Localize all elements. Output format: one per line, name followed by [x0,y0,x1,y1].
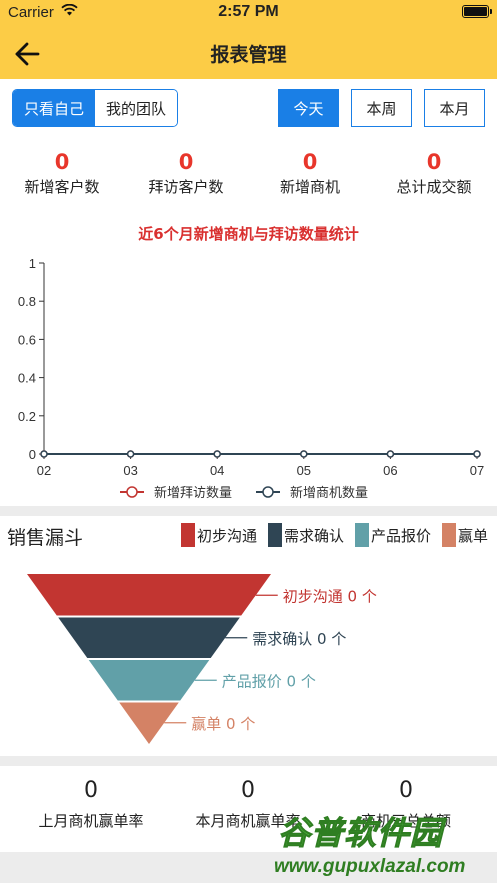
legend-label: 需求确认 [284,526,345,545]
legend-label: 新增商机数量 [290,485,368,501]
stat-label: 拜访客户数 [148,178,224,196]
tab-my-team[interactable]: 我的团队 [95,90,177,126]
stat-value: 0 [302,150,318,174]
legend-marker [126,486,138,498]
funnel-title: 销售漏斗 [7,527,84,549]
legend-label: 产品报价 [371,526,432,545]
funnel-label: 初步沟通 0 个 [283,587,377,605]
stat-value: 0 [241,778,255,803]
watermark-text: 谷普软件园 [277,814,444,853]
data-point [473,450,481,458]
stat-value: 0 [84,778,98,803]
stat-visited-customers: 0 拜访客户数 [124,149,248,197]
stat-value: 0 [178,150,194,174]
funnel-label: 赢单 0 个 [191,715,255,733]
watermark-url: www.gupuxlazal.com [274,856,466,877]
funnel-segment [88,660,210,701]
funnel-label: 产品报价 0 个 [222,672,316,690]
y-tick-label: 0.8 [18,294,36,309]
data-point [126,450,135,458]
line-chart-title: 近6个月新增商机与拜访数量统计 [138,225,359,243]
stat-value: 0 [54,150,70,174]
x-tick-label: 03 [123,463,137,478]
funnel-segment [27,574,271,616]
data-point [300,450,308,458]
legend-marker [262,486,274,498]
funnel-segment [58,617,240,658]
y-tick-label: 0.2 [18,409,36,424]
funnel-chart: 初步沟通 0 个需求确认 0 个产品报价 0 个赢单 0 个 [27,574,377,744]
stat-last-month-win-rate: 0 上月商机赢单率 [11,776,171,831]
y-tick-label: 1 [29,256,36,271]
legend-item-won[interactable]: 赢单 [442,522,488,548]
tab-only-self[interactable]: 只看自己 [13,90,95,126]
status-time: 2:57 PM [218,3,279,20]
stat-new-opportunities: 0 新增商机 [248,149,372,197]
status-bar: Carrier 2:57 PM [0,0,497,26]
legend-swatch [442,523,456,547]
stat-label: 新增商机 [279,178,340,196]
legend-swatch [355,523,369,547]
stat-value: 0 [426,150,442,174]
y-tick-label: 0 [29,447,36,462]
stat-value: 0 [399,778,413,803]
stat-label: 新增客户数 [24,178,100,196]
watermark: 谷普软件园 www.gupuxlazal.com [270,806,497,883]
stat-label: 总计成交额 [396,178,472,196]
page-title: 报表管理 [210,44,287,66]
x-tick-label: 07 [470,463,484,478]
legend-label: 初步沟通 [197,526,258,545]
data-point [386,450,395,458]
y-tick-label: 0.6 [18,332,36,347]
x-tick-label: 02 [37,463,51,478]
legend-item-quote[interactable]: 产品报价 [355,522,431,548]
legend-label: 赢单 [458,526,489,545]
legend-item-requirement[interactable]: 需求确认 [268,522,344,548]
stat-new-customers: 0 新增客户数 [0,149,124,197]
x-tick-label: 06 [383,463,397,478]
line-chart: 0 0.2 0.4 0.6 0.8 1 02 03 04 05 06 07 新增拜访数量 新增商机数量 [18,256,484,501]
x-tick-label: 05 [297,463,311,478]
stat-total-deals: 0 总计成交额 [372,149,496,197]
legend-swatch [181,523,195,547]
legend-item-initial[interactable]: 初步沟通 [181,522,257,548]
period-today-button[interactable]: 今天 [278,89,339,127]
x-tick-label: 04 [210,463,224,478]
legend-label: 新增拜访数量 [154,485,232,501]
battery-icon [462,5,492,18]
y-tick-label: 0.4 [18,371,36,386]
data-point [213,450,221,458]
funnel-label: 需求确认 0 个 [252,630,346,648]
data-point [40,450,48,458]
legend-swatch [268,523,282,547]
period-week-button[interactable]: 本周 [351,89,412,127]
scope-segmented-control: 只看自己 我的团队 [12,89,178,127]
stat-label: 上月商机赢单率 [38,812,144,830]
period-month-button[interactable]: 本月 [424,89,485,127]
